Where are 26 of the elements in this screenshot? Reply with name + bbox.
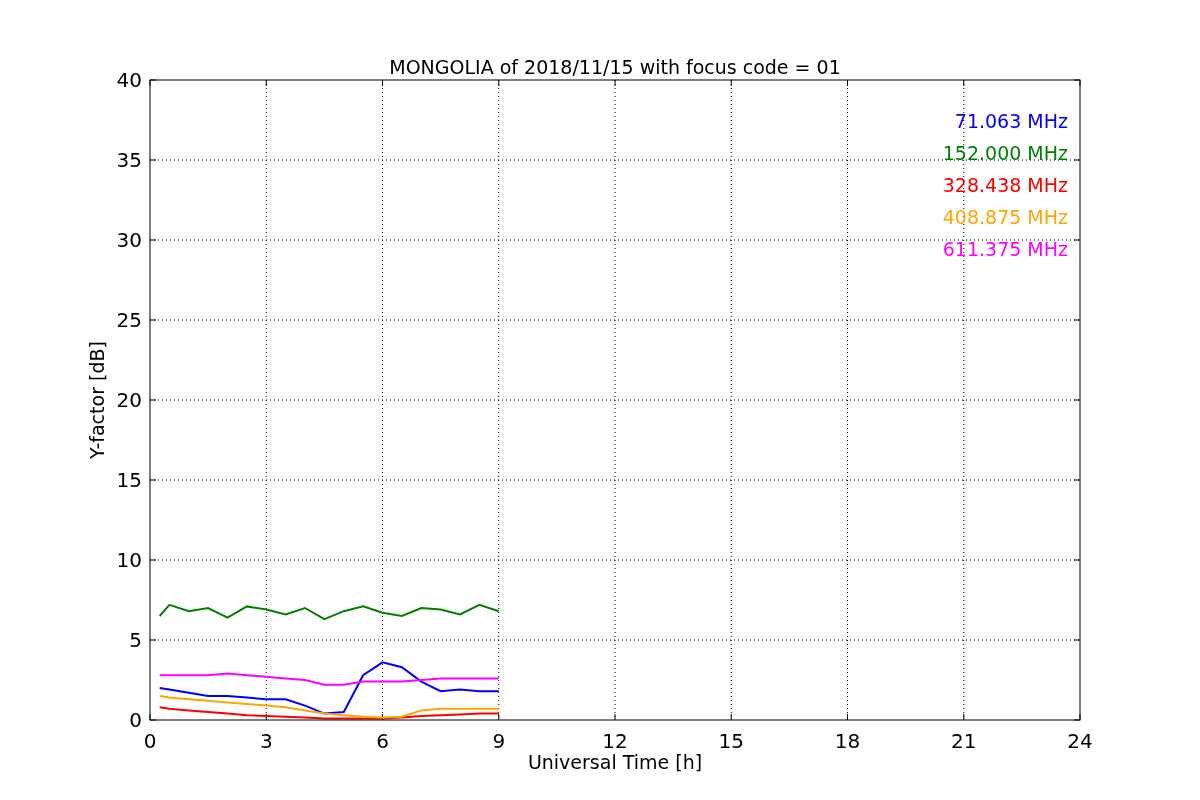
legend-label: 328.438 MHz <box>942 174 1068 196</box>
y-tick-label: 30 <box>116 228 142 252</box>
x-tick-label: 18 <box>834 729 861 753</box>
y-tick-label: 25 <box>116 308 142 332</box>
y-tick-label: 20 <box>116 388 142 412</box>
x-tick-label: 24 <box>1067 729 1093 753</box>
legend-label: 152.000 MHz <box>942 142 1068 164</box>
y-tick-label: 15 <box>116 468 142 492</box>
y-tick-label: 5 <box>129 628 142 652</box>
x-tick-label: 6 <box>376 729 389 753</box>
legend-label: 71.063 MHz <box>954 110 1068 132</box>
y-tick-label: 0 <box>129 708 142 732</box>
x-tick-label: 9 <box>492 729 506 753</box>
chart-title: MONGOLIA of 2018/11/15 with focus code = 01 <box>389 56 841 78</box>
x-tick-label: 0 <box>143 729 157 753</box>
x-tick-label: 3 <box>259 729 273 753</box>
y-tick-label: 10 <box>116 548 142 572</box>
x-tick-label: 15 <box>718 729 744 753</box>
legend-label: 408.875 MHz <box>942 206 1068 228</box>
y-axis-label: Y-factor [dB] <box>86 341 108 459</box>
x-tick-label: 12 <box>602 729 628 753</box>
y-tick-label: 35 <box>116 148 142 172</box>
legend-label: 611.375 MHz <box>942 238 1068 260</box>
y-tick-label: 40 <box>116 68 142 92</box>
x-axis-label: Universal Time [h] <box>527 751 703 773</box>
x-tick-label: 21 <box>951 729 977 753</box>
